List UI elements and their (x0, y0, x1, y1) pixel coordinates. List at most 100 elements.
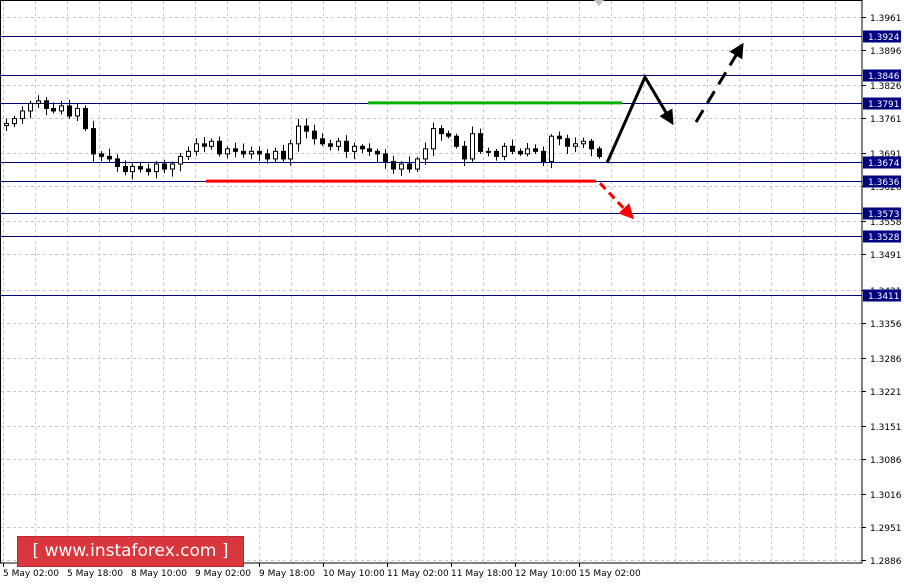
candle-body (304, 125, 309, 132)
candle-body (439, 128, 444, 135)
candle-body (12, 118, 17, 125)
y-tick-label: 1.3491 (870, 251, 902, 261)
x-tick-label: 15 May 02:00 (579, 569, 641, 579)
candle-body (367, 148, 372, 152)
candle-body (209, 140, 214, 147)
y-tick-label: 1.3151 (870, 423, 902, 433)
candle-body (288, 143, 293, 160)
candle-body (130, 166, 135, 173)
level-label: 1.3846 (868, 72, 900, 82)
candle-body (162, 163, 167, 170)
candle-body (486, 150, 491, 153)
candle-body (202, 143, 207, 147)
candle-body (423, 148, 428, 160)
candle-body (146, 168, 151, 173)
x-tick-label: 9 May 02:00 (195, 569, 251, 579)
y-tick-label: 1.3826 (870, 82, 902, 92)
forecast-down-dashed (598, 182, 635, 220)
level-label: 1.3528 (868, 233, 900, 243)
candle-body (296, 125, 301, 145)
candle-body (233, 148, 238, 152)
x-tick-label: 5 May 18:00 (67, 569, 123, 579)
candle-body (281, 150, 286, 160)
candle-body (51, 107, 56, 112)
x-tick-label: 11 May 02:00 (387, 569, 449, 579)
candles (4, 95, 602, 180)
candle-body (28, 102, 33, 112)
candle-body (273, 150, 278, 160)
candle-body (36, 100, 41, 104)
y-tick-label: 1.2951 (870, 524, 902, 534)
x-tick-labels: 5 May 02:00 5 May 18:00 8 May 10:00 9 May 0… (3, 569, 641, 579)
candle-body (20, 110, 25, 120)
candle-body (344, 140, 349, 152)
x-tick-label: 11 May 18:00 (451, 569, 513, 579)
candle-body (107, 155, 112, 160)
candle-body (138, 166, 143, 170)
level-label: 1.3674 (868, 159, 900, 169)
candle-body (462, 145, 467, 160)
forecast-arrows (598, 42, 744, 220)
forecast-up-path (605, 73, 674, 164)
candle-body (241, 150, 246, 155)
plot-border (0, 0, 863, 564)
y-tick-label: 1.3961 (870, 14, 902, 24)
candle-body (383, 153, 388, 162)
y-tick-label: 1.3896 (870, 47, 902, 57)
candle-body (597, 148, 602, 157)
candle-body (257, 150, 262, 155)
level-labels: 1.3924 1.3846 1.3791 1.3674 1.3636 1.3573 1.35… (863, 30, 901, 302)
candle-body (115, 158, 120, 168)
candle-body (510, 145, 515, 152)
x-tick-label: 10 May 10:00 (323, 569, 385, 579)
y-tick-label: 1.3356 (870, 320, 902, 330)
candle-body (502, 145, 507, 157)
candle-body (549, 135, 554, 162)
y-tick-label: 1.3286 (870, 355, 902, 365)
candle-body (446, 133, 451, 137)
candle-body (415, 158, 420, 170)
candle-body (99, 153, 104, 157)
candle-body (431, 128, 436, 150)
candle-body (470, 133, 475, 160)
candle-body (83, 107, 88, 130)
level-label: 1.3411 (868, 292, 900, 302)
grid (1, 1, 862, 563)
candle-body (91, 128, 96, 155)
candle-body (589, 140, 594, 150)
candle-body (320, 138, 325, 145)
candle-body (59, 105, 64, 112)
candle-body (123, 166, 128, 173)
candle-body (170, 163, 175, 170)
candle-body (328, 143, 333, 147)
y-tick-label: 1.2886 (870, 557, 902, 567)
candle-body (375, 150, 380, 155)
candle-body (407, 163, 412, 170)
candle-body (581, 140, 586, 145)
candle-body (44, 100, 49, 109)
watermark-logo[interactable]: [ www.instaforex.com ] (17, 536, 244, 567)
candle-body (217, 140, 222, 155)
level-label: 1.3573 (868, 210, 900, 220)
candle-body (518, 150, 523, 155)
forecast-up-dashed (694, 42, 744, 123)
candle-body (525, 148, 530, 155)
candle-body (494, 150, 499, 157)
candle-body (336, 140, 341, 147)
candle-body (249, 150, 254, 155)
level-lines (0, 36, 862, 296)
candle-body (312, 130, 317, 140)
candle-body (178, 155, 183, 165)
candle-body (399, 163, 404, 170)
candle-body (565, 138, 570, 147)
x-tick-label: 5 May 02:00 (3, 569, 59, 579)
price-chart: 1.39611.38961.38261.37611.36911.36261.35… (0, 0, 902, 579)
candle-body (557, 135, 562, 140)
level-label: 1.3636 (868, 178, 900, 188)
y-tick-label: 1.3016 (870, 491, 902, 501)
candle-body (541, 150, 546, 162)
candle-body (533, 148, 538, 152)
candle-body (352, 145, 357, 152)
level-label: 1.3924 (868, 33, 900, 43)
y-tick-label: 1.3086 (870, 456, 902, 466)
